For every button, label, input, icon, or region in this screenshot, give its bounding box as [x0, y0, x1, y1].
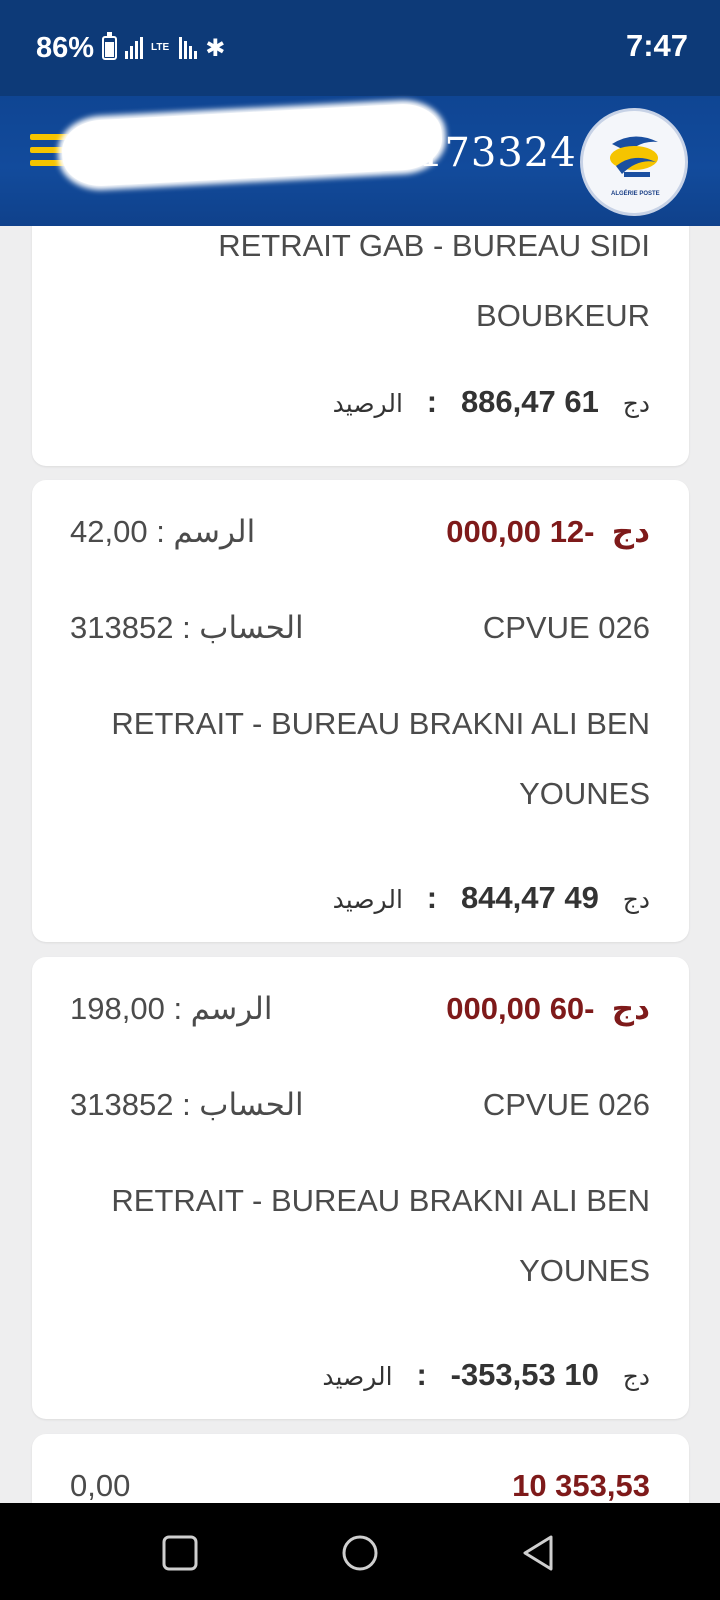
balance-row: دج 49 844,47 : الرصيد	[332, 880, 650, 915]
transaction-list[interactable]: RETRAIT GAB - BUREAU SIDI BOUBKEUR دج 61…	[0, 226, 720, 1503]
balance-label: الرصيد	[322, 1362, 393, 1391]
nav-back-icon[interactable]	[518, 1533, 558, 1573]
description-line-1: RETRAIT - BUREAU BRAKNI ALI BEN	[111, 706, 650, 741]
description-line-1: RETRAIT - BUREAU BRAKNI ALI BEN	[111, 1183, 650, 1218]
balance-value: 49 844,47	[460, 880, 599, 915]
currency: دج	[611, 991, 650, 1026]
fee-value: 198,00	[70, 991, 165, 1026]
account-value: 313852	[70, 610, 174, 645]
battery-percent: 86%	[36, 31, 95, 64]
currency: دج	[611, 514, 650, 549]
battery-icon	[102, 32, 118, 60]
balance-label: الرصيد	[332, 389, 403, 418]
account-row: 313852 : الحساب	[70, 1087, 304, 1122]
fee-value: 42,00	[70, 514, 148, 549]
bluetooth-icon: ✱	[205, 34, 226, 62]
currency: دج	[622, 885, 650, 914]
fee-label: الرسم	[190, 991, 273, 1026]
balance-row: دج 10 353,53- : الرصيد	[322, 1357, 650, 1392]
status-indicators: 86% LTE ✱	[36, 28, 225, 68]
fee-row: 198,00 : الرسم	[70, 991, 273, 1026]
logo-caption: ALGÉRIE POSTE	[611, 191, 660, 197]
signal-icon	[125, 37, 144, 59]
amount-row: دج -12 000,00	[446, 514, 650, 550]
nav-home-icon[interactable]	[340, 1533, 380, 1573]
account-value: 313852	[70, 1087, 174, 1122]
balance-row: دج 61 886,47 : الرصيد	[332, 384, 650, 419]
branch-code: CPVUE 026	[482, 610, 650, 645]
branch-code: CPVUE 026	[482, 1087, 650, 1122]
balance-value: 10 353,53-	[450, 1357, 599, 1392]
description-line-2: BOUBKEUR	[476, 298, 650, 333]
signal-icon-2	[179, 37, 198, 59]
account-label: الحساب	[199, 610, 304, 645]
account-label: الحساب	[199, 1087, 304, 1122]
transaction-card[interactable]: 42,00 : الرسم دج -12 000,00 313852 : الح…	[32, 480, 689, 942]
status-bar: 86% LTE ✱ 7:47	[0, 0, 720, 96]
description-line-2: YOUNES	[519, 776, 650, 811]
logo-emblem	[610, 136, 658, 177]
transaction-card[interactable]: 198,00 : الرسم دج -60 000,00 313852 : ال…	[32, 957, 689, 1419]
transaction-card[interactable]: 0,00 10 353,53	[32, 1434, 689, 1503]
description-line-1: RETRAIT GAB - BUREAU SIDI	[218, 228, 650, 263]
transaction-card[interactable]: RETRAIT GAB - BUREAU SIDI BOUBKEUR دج 61…	[32, 226, 689, 466]
clock: 7:47	[625, 28, 688, 63]
currency: دج	[622, 389, 650, 418]
currency: دج	[622, 1362, 650, 1391]
balance-value: 61 886,47	[460, 384, 599, 419]
account-row: 313852 : الحساب	[70, 610, 304, 645]
amount-value: 10 353,53	[512, 1468, 650, 1503]
amount-value: -12 000,00	[446, 514, 595, 549]
fee-label: الرسم	[173, 514, 256, 549]
fee-value: 0,00	[70, 1468, 131, 1503]
network-type: LTE	[151, 42, 170, 53]
description-line-2: YOUNES	[519, 1253, 650, 1288]
amount-value: -60 000,00	[446, 991, 595, 1026]
navigation-bar	[0, 1503, 720, 1600]
algerie-poste-logo[interactable]: ALGÉRIE POSTE	[580, 108, 688, 216]
fee-row: 42,00 : الرسم	[70, 514, 256, 549]
nav-recents-icon[interactable]	[160, 1533, 200, 1573]
balance-label: الرصيد	[332, 885, 403, 914]
amount-row: دج -60 000,00	[446, 991, 650, 1027]
